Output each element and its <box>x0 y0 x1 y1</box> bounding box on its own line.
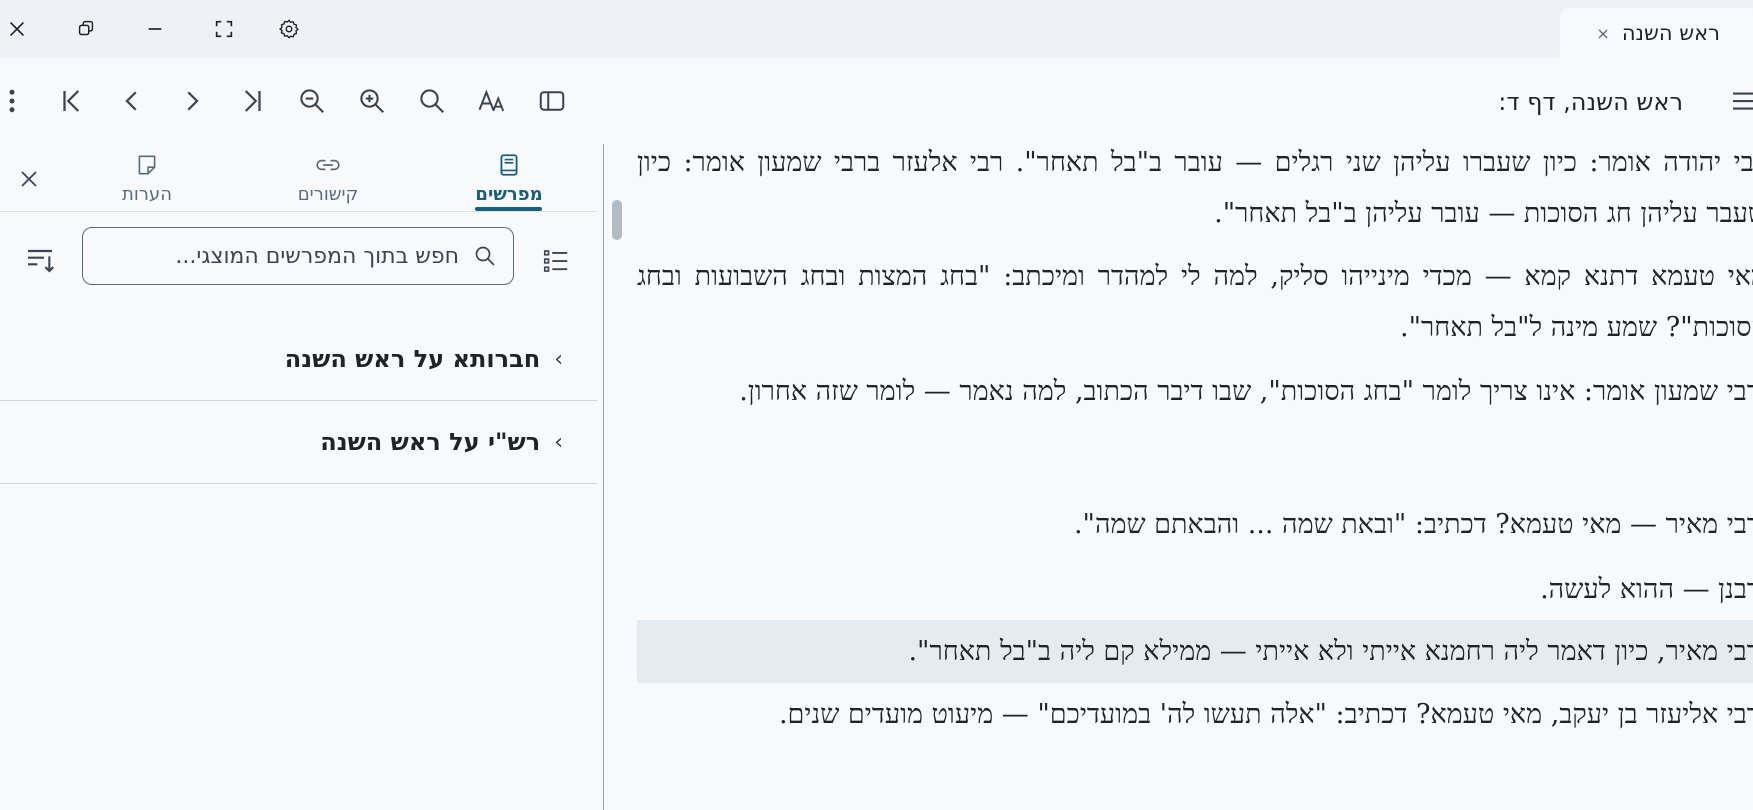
text-paragraph-highlighted[interactable]: ורבי מאיר, כיון דאמר ליה רחמנא אייתי ולא… <box>637 620 1753 683</box>
filter-search-box[interactable] <box>82 227 514 285</box>
tab-close-icon[interactable]: × <box>1596 24 1609 43</box>
last-page-icon[interactable] <box>232 81 272 121</box>
close-window-icon[interactable] <box>0 12 34 46</box>
tab-divider <box>0 211 597 212</box>
commentary-panel: הערות קישורים מפרשים › חברותא על ראש השנ… <box>0 144 604 810</box>
text-paragraph[interactable]: רבי יהודה אומר: כיון שעברו עליהן שני רגל… <box>637 144 1753 239</box>
tab-notes[interactable]: הערות <box>102 150 192 210</box>
search-icon <box>475 246 495 266</box>
menu-icon[interactable] <box>1723 81 1753 121</box>
zoom-out-icon[interactable] <box>292 81 332 121</box>
tab-links[interactable]: קישורים <box>283 150 373 210</box>
text-paragraph[interactable]: ורבנן — ההוא לעשה. <box>637 564 1753 615</box>
link-icon <box>316 159 340 171</box>
commentary-item-rashi[interactable]: › רש"י על ראש השנה <box>0 401 597 484</box>
search-icon[interactable] <box>412 81 452 121</box>
close-panel-icon[interactable] <box>14 164 44 194</box>
book-icon <box>500 154 518 176</box>
main-text-area: רבי יהודה אומר: כיון שעברו עליהן שני רגל… <box>604 144 1753 810</box>
commentary-item-chavruta[interactable]: › חברותא על ראש השנה <box>0 318 597 401</box>
minimize-window-icon[interactable] <box>138 12 172 46</box>
text-paragraph[interactable]: ורבי אליעזר בן יעקב, מאי טעמא? דכתיב: "א… <box>637 689 1753 740</box>
tab-commentaries[interactable]: מפרשים <box>464 150 554 210</box>
tab-rosh-hashana[interactable]: ראש השנה × <box>1560 8 1753 58</box>
text-paragraph[interactable]: מאי טעמא דתנא קמא — מכדי מינייהו סליק, ל… <box>637 251 1753 353</box>
title-bar: ראש השנה × <box>0 0 1753 58</box>
fullscreen-icon[interactable] <box>207 12 241 46</box>
commentary-label: רש"י על ראש השנה <box>320 428 541 456</box>
text-paragraph[interactable]: ורבי שמעון אומר: אינו צריך לומר "בחג הסו… <box>637 366 1753 417</box>
chevron-right-icon: › <box>554 429 563 455</box>
chevron-right-icon: › <box>554 346 563 372</box>
toolbar: ראש השנה, דף ד: <box>0 58 1753 145</box>
scrollbar-thumb[interactable] <box>612 200 622 240</box>
toggle-sidebar-icon[interactable] <box>532 81 572 121</box>
font-settings-icon[interactable] <box>472 81 512 121</box>
list-view-icon[interactable] <box>536 241 576 281</box>
text-paragraph[interactable]: ורבי מאיר — מאי טעמא? דכתיב: "ובאת שמה .… <box>637 499 1753 550</box>
previous-icon[interactable] <box>112 81 152 121</box>
filter-commentaries-input[interactable] <box>97 242 461 270</box>
tab-commentaries-label: מפרשים <box>475 184 543 205</box>
sort-icon[interactable] <box>20 239 60 279</box>
tab-links-label: קישורים <box>297 184 359 205</box>
note-icon <box>138 155 156 175</box>
restore-window-icon[interactable] <box>69 12 103 46</box>
breadcrumb: ראש השנה, דף ד: <box>1498 88 1683 116</box>
next-icon[interactable] <box>172 81 212 121</box>
settings-gear-icon[interactable] <box>272 12 306 46</box>
first-page-icon[interactable] <box>52 81 92 121</box>
zoom-in-icon[interactable] <box>352 81 392 121</box>
tab-label: ראש השנה <box>1621 21 1720 45</box>
more-vert-icon[interactable] <box>0 81 32 121</box>
commentary-label: חברותא על ראש השנה <box>284 345 541 373</box>
tab-notes-label: הערות <box>122 184 172 205</box>
